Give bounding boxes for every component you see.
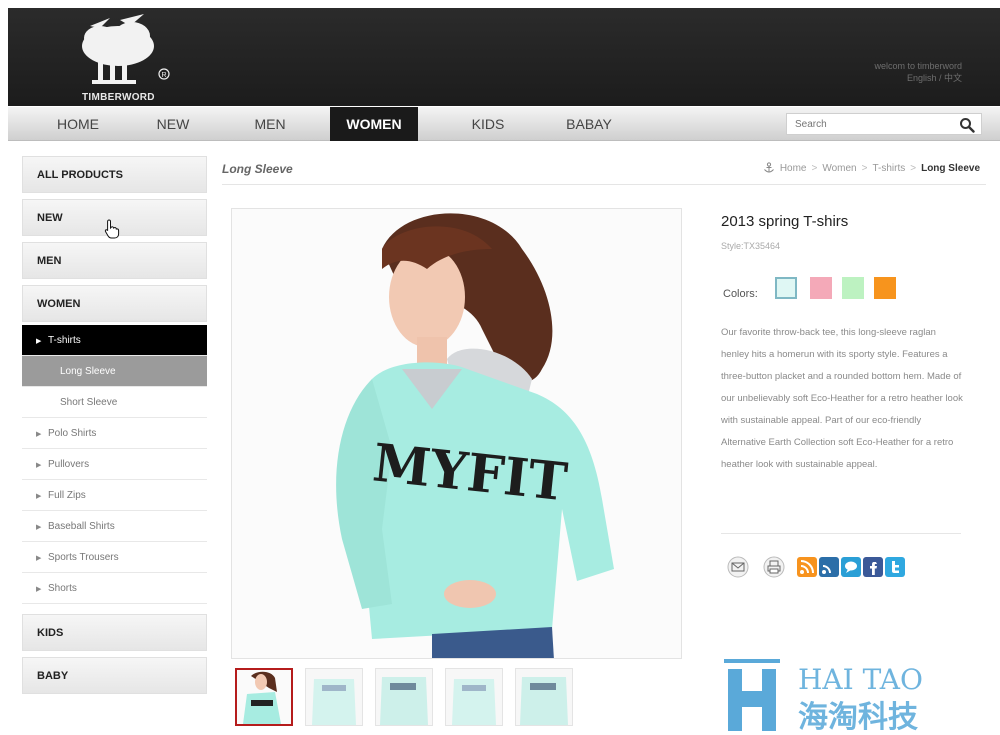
thumbnail-image bbox=[306, 669, 362, 725]
nav-item-men[interactable]: MEN bbox=[242, 107, 298, 141]
welcome-area: welcom to timberword English / 中文 bbox=[874, 60, 962, 84]
thumbnail-1[interactable] bbox=[235, 668, 293, 726]
sidebar-subitem-polo-shirts[interactable]: ▶ Polo Shirts bbox=[22, 418, 207, 449]
hand-cursor-icon bbox=[104, 219, 120, 239]
rss-blue-icon[interactable] bbox=[818, 556, 840, 578]
model-photo: MYFIT bbox=[232, 209, 681, 658]
sidebar-subitem-label: Sports Trousers bbox=[48, 552, 119, 563]
sidebar-item-baby[interactable]: BABY bbox=[22, 657, 207, 694]
sidebar-subitem-label: Polo Shirts bbox=[48, 428, 97, 439]
breadcrumb: Home > Women > T-shirts > Long Sleeve bbox=[763, 162, 980, 174]
sidebar-subitem-tshirts[interactable]: ▶ T-shirts bbox=[22, 325, 207, 356]
color-swatch-light-green[interactable] bbox=[842, 277, 864, 299]
arrow-right-icon: ▶ bbox=[36, 493, 42, 500]
thumbnail-image bbox=[376, 669, 432, 725]
sidebar-subitem-sports-trousers[interactable]: ▶ Sports Trousers bbox=[22, 542, 207, 573]
product-image[interactable]: MYFIT bbox=[231, 208, 682, 659]
sidebar-subitem-full-zips[interactable]: ▶ Full Zips bbox=[22, 480, 207, 511]
sidebar-item-all-products[interactable]: ALL PRODUCTS bbox=[22, 156, 207, 193]
logo-text: TIMBERWORD bbox=[82, 92, 155, 103]
facebook-icon[interactable] bbox=[862, 556, 884, 578]
breadcrumb-separator: > bbox=[811, 162, 818, 174]
haitao-watermark-logo: HAI TAO 海淘科技 bbox=[724, 659, 923, 735]
sidebar-subitem-long-sleeve[interactable]: Long Sleeve bbox=[22, 356, 207, 387]
watermark-chinese-text: 海淘科技 bbox=[798, 700, 918, 735]
welcome-text: welcom to timberword bbox=[874, 61, 962, 71]
sidebar-item-men[interactable]: MEN bbox=[22, 242, 207, 279]
print-icon[interactable] bbox=[763, 556, 785, 578]
thumbnail-image bbox=[516, 669, 572, 725]
arrow-right-icon: ▶ bbox=[36, 524, 42, 531]
arrow-right-icon: ▶ bbox=[36, 338, 42, 345]
svg-text:R: R bbox=[162, 72, 167, 79]
thumbnail-image bbox=[446, 669, 502, 725]
arrow-right-icon: ▶ bbox=[36, 431, 42, 438]
sidebar-subitem-label: T-shirts bbox=[48, 335, 81, 346]
breadcrumb-tshirts[interactable]: T-shirts bbox=[872, 163, 905, 174]
sidebar-subitem-label: Shorts bbox=[48, 583, 77, 594]
product-style-code: Style:TX35464 bbox=[721, 241, 781, 251]
thumbnail-4[interactable] bbox=[445, 668, 503, 726]
site-header: R TIMBERWORD welcom to timberword Englis… bbox=[8, 8, 1000, 106]
thumbnail-image bbox=[237, 670, 291, 724]
nav-item-new[interactable]: NEW bbox=[148, 107, 198, 141]
sidebar-subitem-label: Baseball Shirts bbox=[48, 521, 115, 532]
language-switch[interactable]: English / 中文 bbox=[874, 72, 962, 84]
thumbnail-5[interactable] bbox=[515, 668, 573, 726]
twitter-icon[interactable] bbox=[884, 556, 906, 578]
color-swatch-pink[interactable] bbox=[810, 277, 832, 299]
sidebar-subitem-label: Pullovers bbox=[48, 459, 90, 470]
colors-label: Colors: bbox=[723, 288, 758, 300]
sidebar-subitem-pullovers[interactable]: ▶ Pullovers bbox=[22, 449, 207, 480]
email-icon[interactable] bbox=[727, 556, 749, 578]
product-page: R TIMBERWORD welcom to timberword Englis… bbox=[0, 0, 1000, 735]
sidebar-subitem-label: Full Zips bbox=[48, 490, 86, 501]
product-description: Our favorite throw-back tee, this long-s… bbox=[721, 327, 963, 470]
sidebar-subitem-shorts[interactable]: ▶ Shorts bbox=[22, 573, 207, 604]
arrow-right-icon: ▶ bbox=[36, 555, 42, 562]
breadcrumb-current: Long Sleeve bbox=[921, 162, 980, 174]
rss-icon[interactable] bbox=[796, 556, 818, 578]
breadcrumb-home[interactable]: Home bbox=[780, 163, 807, 174]
sidebar-item-women[interactable]: WOMEN bbox=[22, 285, 207, 322]
divider bbox=[721, 533, 961, 534]
thumbnail-strip bbox=[235, 668, 573, 726]
search-input[interactable] bbox=[787, 114, 947, 135]
arrow-right-icon: ▶ bbox=[36, 586, 42, 593]
sidebar-subitem-baseball-shirts[interactable]: ▶ Baseball Shirts bbox=[22, 511, 207, 542]
anchor-icon bbox=[763, 162, 774, 173]
search-box bbox=[786, 113, 982, 135]
product-title: 2013 spring T-shirs bbox=[721, 213, 849, 230]
color-swatch-light-cyan[interactable] bbox=[775, 277, 797, 299]
nav-item-women[interactable]: WOMEN bbox=[330, 107, 418, 141]
tree-logo-icon[interactable]: R bbox=[70, 14, 190, 100]
color-swatch-orange[interactable] bbox=[874, 277, 896, 299]
section-title: Long Sleeve bbox=[222, 162, 293, 176]
main-nav: HOME NEW MEN WOMEN KIDS BABAY bbox=[8, 107, 1000, 141]
search-icon[interactable] bbox=[959, 117, 975, 133]
divider bbox=[222, 184, 986, 185]
watermark-latin-text: HAI TAO bbox=[798, 663, 923, 696]
breadcrumb-separator: > bbox=[861, 162, 868, 174]
breadcrumb-women[interactable]: Women bbox=[822, 163, 856, 174]
sidebar-subitem-short-sleeve[interactable]: Short Sleeve bbox=[22, 387, 207, 418]
nav-item-kids[interactable]: KIDS bbox=[460, 107, 516, 141]
breadcrumb-separator: > bbox=[910, 162, 917, 174]
nav-item-home[interactable]: HOME bbox=[48, 107, 108, 141]
thumbnail-3[interactable] bbox=[375, 668, 433, 726]
nav-item-babay[interactable]: BABAY bbox=[556, 107, 622, 141]
sidebar-item-kids[interactable]: KIDS bbox=[22, 614, 207, 651]
thumbnail-2[interactable] bbox=[305, 668, 363, 726]
chat-icon[interactable] bbox=[840, 556, 862, 578]
arrow-right-icon: ▶ bbox=[36, 462, 42, 469]
